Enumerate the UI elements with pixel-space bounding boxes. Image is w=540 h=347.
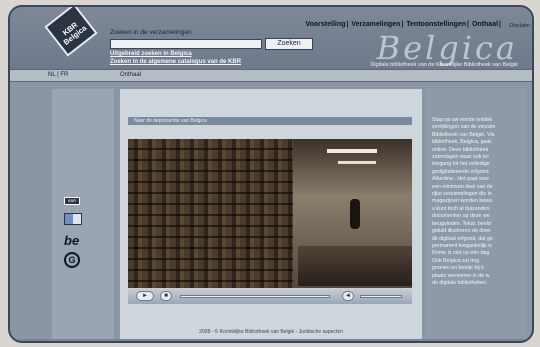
intro-text-line: online. Deze bibliotheek [432, 146, 489, 153]
volume-slider[interactable] [360, 295, 402, 298]
kbr-belgica-logo[interactable]: KBR Belgica [44, 7, 98, 57]
logo-text: KBR Belgica [60, 20, 88, 47]
left-sidebar: KBR be G [52, 89, 114, 339]
bottom-strip [10, 339, 532, 341]
intro-text-line: geluid illustreren de diver [432, 228, 491, 235]
seek-slider[interactable] [180, 295, 330, 298]
intro-text-line: gedigitaliseerde erfgoed [432, 168, 489, 175]
intro-text-line: u kunt toch al duizenden [432, 205, 490, 212]
intro-text-line: magazijnen worden bewa [432, 198, 493, 205]
intro-text-line: documenten op deze we [432, 213, 490, 220]
intro-text-line: plaats veroveren in de w [432, 272, 490, 279]
intro-text-line: de digitale bibliotheken. [432, 279, 488, 286]
footer-copyright[interactable]: 2008 - © Koninklijke Bibliotheek van Bel… [120, 329, 422, 335]
intro-text-line: Ook Belgica zal ring [432, 257, 480, 264]
video-frame-light [326, 149, 377, 153]
sub-navigation-bar: NL | FR Onthaal [10, 69, 532, 82]
search-input[interactable] [110, 39, 262, 49]
flag-icon[interactable] [64, 213, 82, 225]
main-content: Naar de depotruimte van Belgica ► ■ ◄ 20… [120, 89, 422, 339]
home-link[interactable]: Onthaal [120, 72, 141, 78]
site-header: KBR Belgica Zoeken in de verzamelingen Z… [10, 7, 532, 69]
stop-button[interactable]: ■ [160, 291, 172, 301]
nav-separator: | [467, 21, 470, 28]
g-icon[interactable]: G [64, 252, 80, 268]
intro-text-line: toegang tot het volledige [432, 161, 490, 168]
video-frame-person [349, 199, 360, 229]
nav-separator: | [346, 21, 349, 28]
video-frame-floor [298, 246, 412, 286]
intro-text-line: Bibliotheek van België. Via [432, 131, 495, 138]
intro-text-line: groeien en beetje bij b [432, 265, 485, 272]
intro-text-line: terugvinden. Tekst, beeld [432, 220, 491, 227]
catalog-search-link[interactable]: Zoeken in de algemene catalogus van de K… [110, 59, 241, 65]
volume-icon[interactable]: ◄ [342, 291, 354, 301]
play-button[interactable]: ► [136, 291, 154, 301]
nav-item-voorstelling[interactable]: Voorstelling [305, 21, 345, 28]
nav-item-onthaal[interactable]: Onthaal [472, 21, 498, 28]
nav-separator: | [499, 21, 501, 28]
intro-text-line: zaterdagen waar ook ter [432, 154, 490, 161]
kbr-mini-icon[interactable]: KBR [64, 197, 80, 205]
be-icon[interactable]: be [64, 233, 79, 248]
top-navigation: Voorstelling| Verzamelingen| Tentoonstel… [305, 21, 502, 28]
search-button[interactable]: Zoeken [265, 38, 313, 50]
nav-item-verzamelingen[interactable]: Verzamelingen [351, 21, 400, 28]
video-frame-light [338, 161, 377, 164]
nav-item-tentoonstellingen[interactable]: Tentoonstellingen [406, 21, 466, 28]
right-sidebar: Stap op uw eerste ontdek verrijkingen van… [426, 89, 526, 339]
intro-text-line: dit digitaal erfgoed, dat ge [432, 235, 493, 242]
browser-frame: KBR Belgica Zoeken in de verzamelingen Z… [8, 5, 534, 343]
video-frame-shelf-lines [128, 139, 305, 304]
nav-separator: | [401, 21, 404, 28]
video-title-bar: Naar de depotruimte van Belgica [128, 117, 412, 125]
intro-text-line: verrijkingen van de verzam [432, 124, 496, 131]
intro-text-line: bibliotheek, Belgica, gaat [432, 139, 491, 146]
tagline: Digitale bibliotheek van de Koninklijke … [370, 62, 518, 68]
advanced-search-link[interactable]: Uitgebreid zoeken in Belgica [110, 51, 192, 57]
intro-text-line: permanent toegankelijk is [432, 242, 493, 249]
intro-text-line: een minimum deel van de [432, 183, 493, 190]
intro-text-line: Stap op uw eerste ontdek [432, 117, 493, 123]
video-player[interactable]: ► ■ ◄ [128, 139, 412, 304]
intro-text-line: Albertina . Het gaat voor [432, 176, 490, 183]
video-controls: ► ■ ◄ [128, 288, 412, 304]
intro-text: Stap op uw eerste ontdek verrijkingen van… [432, 117, 520, 287]
intro-text-line: Rome is niet op één dag [432, 250, 490, 257]
intro-text-line: rijke verzamelingen die in [432, 191, 492, 198]
search-label: Zoeken in de verzamelingen [110, 29, 192, 36]
language-switch[interactable]: NL | FR [48, 72, 68, 78]
